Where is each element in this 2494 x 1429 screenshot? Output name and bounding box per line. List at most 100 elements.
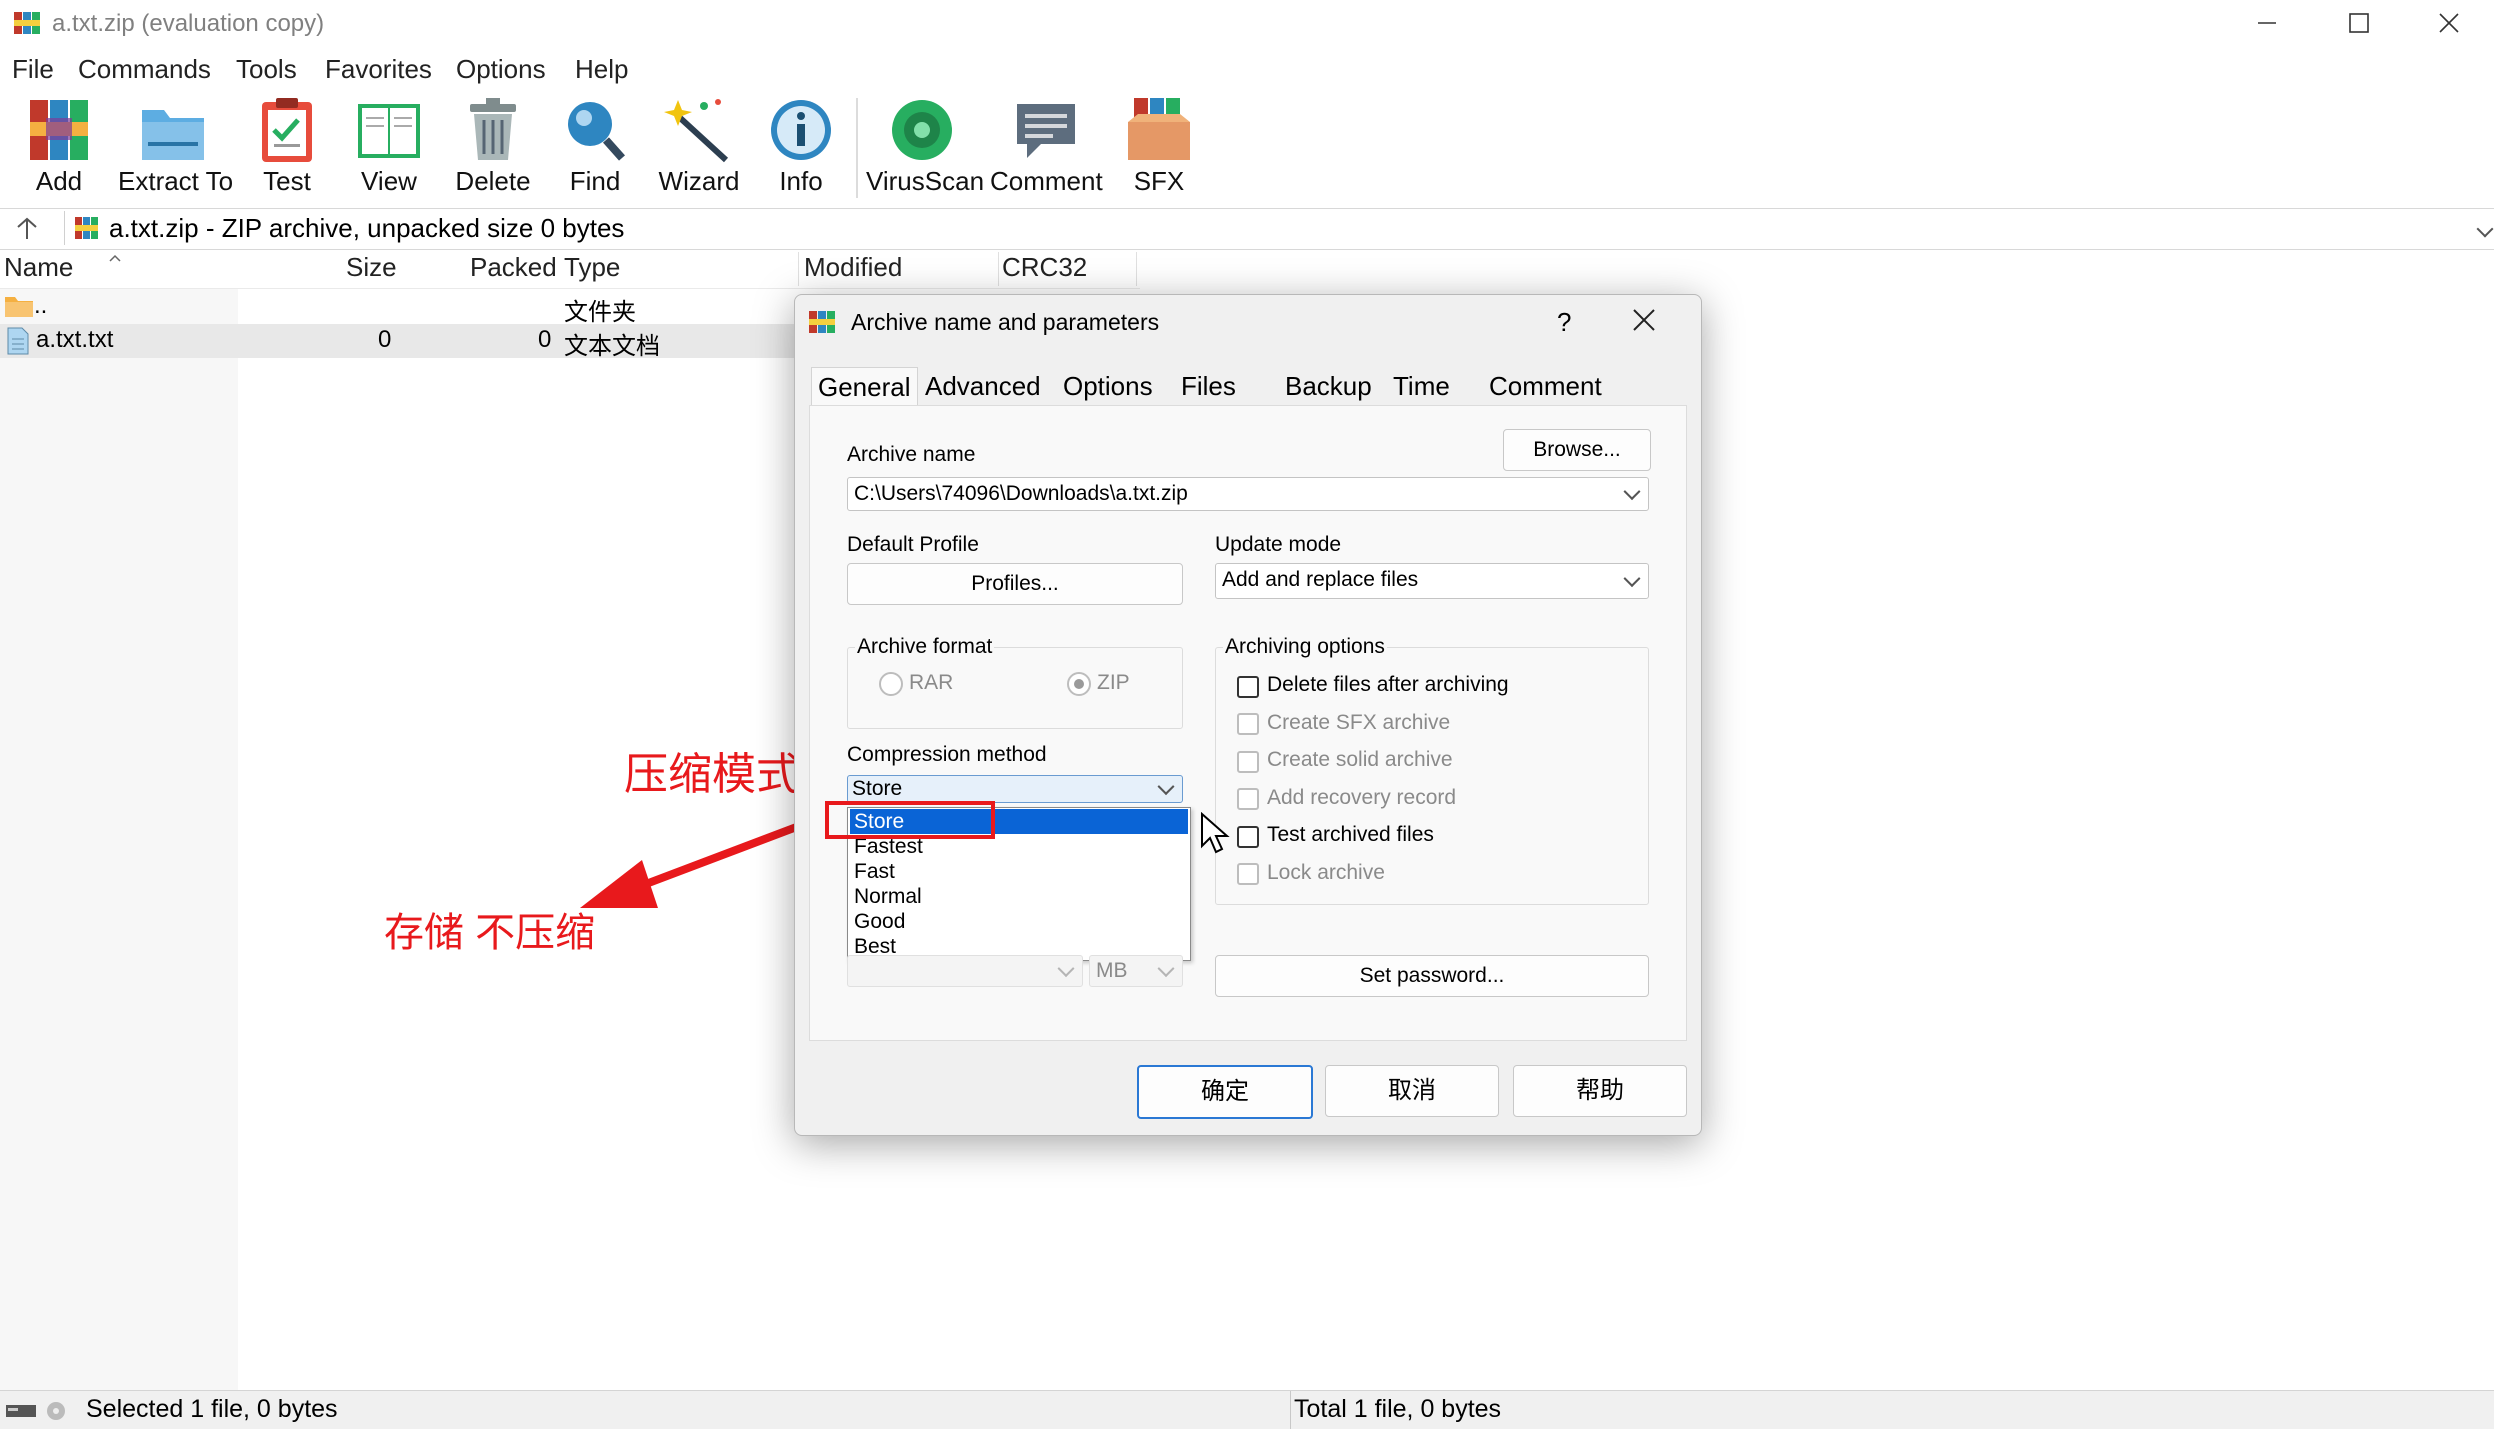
checkbox-create-solid[interactable]	[1237, 751, 1259, 773]
chevron-down-icon	[1157, 960, 1175, 978]
sfx-box-icon	[1124, 96, 1194, 164]
checkbox-recovery-record-label: Add recovery record	[1267, 786, 1457, 809]
volume-unit-value: MB	[1096, 959, 1128, 982]
winrar-dialog-icon	[807, 307, 837, 337]
extract-to-button[interactable]: Extract To	[118, 96, 233, 200]
menu-favorites[interactable]: Favorites	[325, 54, 432, 85]
browse-button[interactable]: Browse...	[1503, 429, 1651, 471]
sfx-button[interactable]: SFX	[1104, 96, 1214, 200]
radio-zip[interactable]	[1067, 672, 1091, 696]
archive-name-combo[interactable]: C:\Users\74096\Downloads\a.txt.zip	[847, 477, 1649, 511]
checkbox-recovery-record[interactable]	[1237, 788, 1259, 810]
arrow-up-icon	[17, 217, 37, 239]
option-normal[interactable]: Normal	[850, 884, 1188, 909]
checkbox-test-archived[interactable]	[1237, 826, 1259, 848]
wizard-label: Wizard	[658, 166, 740, 196]
column-divider	[798, 252, 799, 286]
chevron-down-icon[interactable]	[2476, 220, 2494, 238]
profiles-button[interactable]: Profiles...	[847, 563, 1183, 605]
update-mode-value: Add and replace files	[1222, 568, 1419, 591]
volume-size-combo[interactable]	[847, 955, 1083, 987]
compression-method-select[interactable]: Store	[847, 775, 1183, 803]
checkbox-create-sfx[interactable]	[1237, 713, 1259, 735]
comment-icon	[1011, 96, 1081, 164]
test-label: Test	[263, 166, 311, 196]
sfx-label: SFX	[1133, 166, 1185, 196]
title-bar: a.txt.zip (evaluation copy)	[0, 0, 2494, 46]
annotation-mode-label: 压缩模式	[624, 750, 800, 799]
up-folder-button[interactable]	[14, 215, 40, 243]
checkbox-lock-archive-label: Lock archive	[1267, 861, 1385, 884]
maximize-button[interactable]	[2314, 0, 2404, 46]
tab-general[interactable]: General	[811, 367, 918, 406]
option-good[interactable]: Good	[850, 909, 1188, 934]
archive-name-value: C:\Users\74096\Downloads\a.txt.zip	[854, 482, 1188, 505]
update-mode-select[interactable]: Add and replace files	[1215, 563, 1649, 599]
file-size: 0	[378, 326, 392, 353]
tab-comment[interactable]: Comment	[1483, 367, 1608, 405]
tab-backup[interactable]: Backup	[1279, 367, 1378, 405]
menu-help[interactable]: Help	[575, 54, 628, 85]
view-label: View	[361, 166, 417, 196]
text-file-icon	[6, 327, 30, 355]
radio-rar[interactable]	[879, 672, 903, 696]
comment-button[interactable]: Comment	[990, 96, 1103, 200]
menu-commands[interactable]: Commands	[78, 54, 211, 85]
delete-button[interactable]: Delete	[438, 96, 548, 200]
menu-options[interactable]: Options	[456, 54, 546, 85]
search-icon	[560, 96, 630, 164]
minimize-icon	[2258, 22, 2276, 24]
help-button[interactable]: ?	[1557, 307, 1571, 338]
folder-icon	[138, 96, 208, 164]
compression-method-label: Compression method	[847, 743, 1047, 766]
menu-file[interactable]: File	[12, 54, 54, 85]
checkbox-delete-files[interactable]	[1237, 676, 1259, 698]
test-button[interactable]: Test	[232, 96, 342, 200]
minimize-button[interactable]	[2222, 0, 2312, 46]
dialog-close-button[interactable]	[1631, 307, 1657, 333]
checkbox-create-solid-label: Create solid archive	[1267, 748, 1453, 771]
tab-time[interactable]: Time	[1387, 367, 1456, 405]
virusscan-button[interactable]: VirusScan	[866, 96, 984, 200]
virus-icon	[887, 96, 957, 164]
column-crc32[interactable]: CRC32	[1002, 252, 1087, 283]
archive-name-label: Archive name	[847, 443, 976, 466]
archive-format-label: Archive format	[855, 635, 995, 659]
tab-advanced[interactable]: Advanced	[919, 367, 1047, 405]
add-button[interactable]: Add	[4, 96, 114, 200]
zip-archive-icon	[73, 215, 101, 241]
checkbox-lock-archive[interactable]	[1237, 863, 1259, 885]
tab-files[interactable]: Files	[1175, 367, 1242, 405]
checkbox-create-sfx-label: Create SFX archive	[1267, 711, 1451, 734]
view-button[interactable]: View	[334, 96, 444, 200]
menu-bar: File Commands Tools Favorites Options He…	[0, 50, 2494, 92]
column-modified[interactable]: Modified	[804, 252, 902, 283]
column-type[interactable]: Type	[564, 252, 620, 283]
volume-unit-select[interactable]: MB	[1089, 955, 1183, 987]
status-divider	[1290, 1391, 1291, 1429]
sort-ascending-icon	[108, 250, 122, 262]
close-button[interactable]	[2404, 0, 2494, 46]
radio-zip-label: ZIP	[1097, 671, 1130, 694]
close-icon	[1633, 309, 1655, 331]
column-packed[interactable]: Packed	[470, 252, 557, 283]
set-password-button[interactable]: Set password...	[1215, 955, 1649, 997]
tab-options[interactable]: Options	[1057, 367, 1159, 405]
menu-tools[interactable]: Tools	[236, 54, 297, 85]
column-size[interactable]: Size	[346, 252, 397, 283]
ok-button[interactable]: 确定	[1137, 1065, 1313, 1119]
help-dialog-button[interactable]: 帮助	[1513, 1065, 1687, 1117]
cancel-button[interactable]: 取消	[1325, 1065, 1499, 1117]
option-fast[interactable]: Fast	[850, 859, 1188, 884]
toolbar-separator	[856, 98, 858, 198]
annotation-highlight-box	[825, 801, 995, 839]
find-button[interactable]: Find	[540, 96, 650, 200]
table-row[interactable]: a.txt.txt 0 0 文本文档	[0, 324, 800, 360]
archive-path-text: a.txt.zip - ZIP archive, unpacked size 0…	[109, 213, 625, 243]
wizard-button[interactable]: Wizard	[644, 96, 754, 200]
address-field[interactable]: a.txt.zip - ZIP archive, unpacked size 0…	[64, 211, 2494, 245]
name-column-shade	[0, 250, 238, 1390]
info-button[interactable]: Info	[746, 96, 856, 200]
checkbox-delete-files-label: Delete files after archiving	[1267, 673, 1509, 696]
column-name[interactable]: Name	[4, 252, 73, 283]
